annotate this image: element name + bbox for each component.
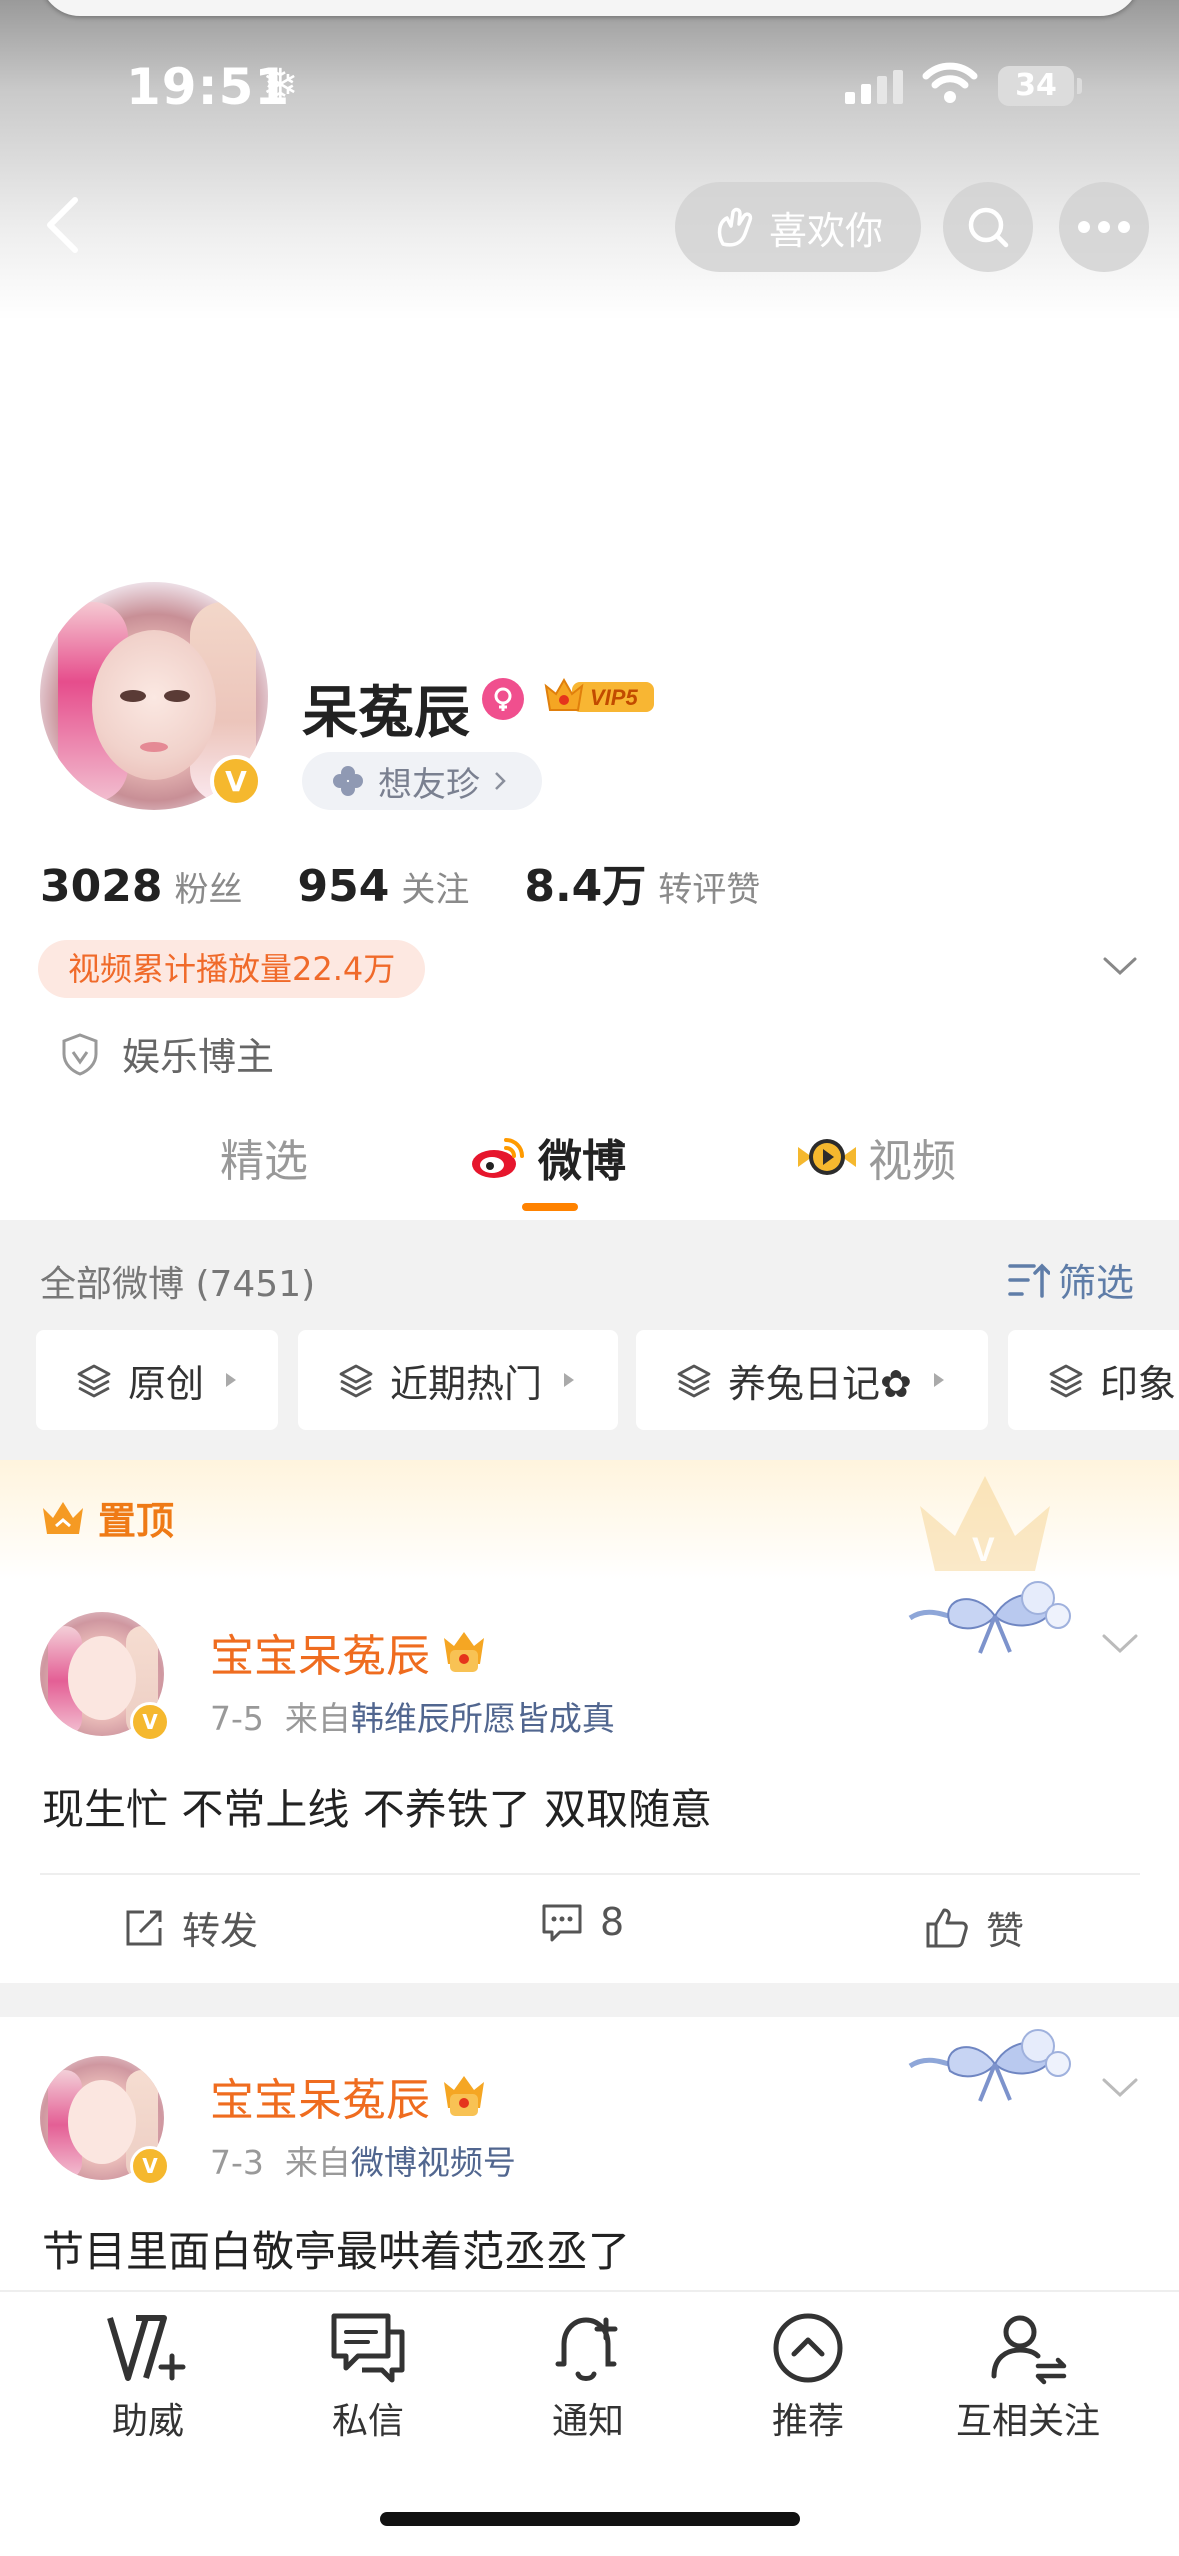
video-plays-badge: 视频累计播放量22.4万 [38,940,426,998]
crown-member-icon [444,1632,484,1672]
layers-icon [339,1364,373,1398]
chevron-up-circle-icon [773,2313,843,2383]
back-arrow-icon[interactable] [30,190,100,260]
chevron-down-icon[interactable] [1100,2076,1140,2100]
post-source-link[interactable]: 韩维辰所愿皆成真 [351,1699,615,1738]
repost-icon [126,1910,162,1945]
post-meta: 7-3 来自微博视频号 [210,2143,516,2182]
fan-tag-pill[interactable]: 想友珍 [302,752,542,810]
hand-heart-icon [717,207,753,247]
shield-icon [62,1032,98,1076]
chip-impression[interactable]: 印象 [1008,1330,1179,1430]
crown-decoration-icon: V [920,1476,1050,1571]
vip-badge-icon[interactable]: VIP5 [542,674,656,718]
fan-tag-label: 想友珍 [378,764,480,805]
bottom-nav-recommend[interactable]: 推荐 [718,2310,898,2444]
home-indicator [380,2512,800,2526]
tab-weibo[interactable]: 微博 [470,1125,626,1189]
like-you-button[interactable]: 喜欢你 [675,182,921,272]
stat-following[interactable]: 954 关注 [297,861,469,912]
snowflake-icon: ❄ [262,60,299,111]
post-separator [0,1983,1179,2017]
cheer-v-icon [107,2315,186,2381]
post-meta: 7-5 来自韩维辰所愿皆成真 [210,1699,615,1738]
verified-badge-icon: V [130,2146,170,2186]
search-icon [968,207,1009,248]
post-author-name[interactable]: 宝宝呆菟辰 [210,1620,488,1684]
header-background [0,0,1179,330]
post-text: 节目里面白敬亭最哄着范丞丞了 [42,2227,631,2276]
filter-button[interactable]: 筛选 [1008,1252,1134,1307]
profile-name: 呆菟辰 [302,681,470,746]
tab-video[interactable]: 视频 [796,1125,956,1189]
verified-badge-icon: V [210,755,262,807]
certification-label: 娱乐博主 [122,1035,275,1079]
like-button[interactable]: 赞 [924,1900,1024,1955]
dynamic-island-bar [40,0,1140,16]
layers-icon [677,1364,711,1398]
weibo-logo-icon [472,1138,524,1178]
repost-button[interactable]: 转发 [122,1900,258,1955]
wifi-icon [922,62,978,103]
post-divider [40,1873,1140,1875]
layers-icon [1049,1364,1083,1398]
signal-icon [845,70,903,104]
stat-interactions[interactable]: 8.4万 转评赞 [524,850,760,914]
chevron-right-icon [495,772,506,790]
thumbs-up-icon [926,1908,968,1947]
bell-plus-icon [555,2317,618,2381]
search-button[interactable] [943,182,1033,272]
all-weibo-count: 全部微博 (7451) [40,1264,316,1305]
bottom-nav-cheer[interactable]: 助威 [58,2310,238,2444]
ribbon-bow-decoration-icon [908,1581,1071,1654]
chip-original[interactable]: 原创 [36,1330,278,1430]
post-source-link[interactable]: 微博视频号 [351,2143,516,2182]
ribbon-bow-decoration-icon [908,2029,1071,2102]
chevron-down-icon[interactable] [1100,1632,1140,1656]
clover-icon [333,766,363,796]
certification-row: 娱乐博主 [60,1026,274,1081]
verified-badge-icon: V [130,1702,170,1742]
message-icon [331,2313,405,2383]
battery-tip [1077,78,1082,94]
more-dots-icon [1078,221,1130,233]
tab-featured[interactable]: 精选 [220,1125,308,1189]
comment-button[interactable]: 8 [540,1900,624,1944]
active-tab-indicator [522,1203,578,1211]
profile-stats: 3028 粉丝 954 关注 8.4万 转评赞 [40,850,815,914]
stat-fans[interactable]: 3028 粉丝 [40,861,242,912]
vip-label: VIP5 [590,685,638,710]
like-you-label: 喜欢你 [768,208,883,253]
female-gender-icon [482,678,524,720]
bottom-nav-notify[interactable]: 通知 [498,2310,678,2444]
chip-recent-hot[interactable]: 近期热门 [298,1330,618,1430]
comment-icon [542,1904,582,1942]
svg-text:V: V [972,1531,995,1569]
video-play-icon [798,1139,856,1175]
layers-icon [77,1364,111,1398]
bottom-nav-mutual-follow[interactable]: 互相关注 [938,2310,1118,2444]
crown-icon [43,1501,83,1534]
mutual-follow-icon [991,2315,1067,2385]
post-text: 现生忙 不常上线 不养铁了 双取随意 [42,1785,713,1834]
more-button[interactable] [1059,182,1149,272]
filter-icon [1008,1263,1050,1298]
chevron-down-icon[interactable] [1102,955,1138,977]
crown-member-icon [444,2076,484,2116]
chip-rabbit-diary[interactable]: 养兔日记✿ [636,1330,988,1430]
pinned-label-row: 置顶 [40,1490,174,1545]
battery-indicator: 34 [998,66,1074,106]
bottom-nav-message[interactable]: 私信 [278,2310,458,2444]
post-author-name[interactable]: 宝宝呆菟辰 [210,2064,488,2128]
